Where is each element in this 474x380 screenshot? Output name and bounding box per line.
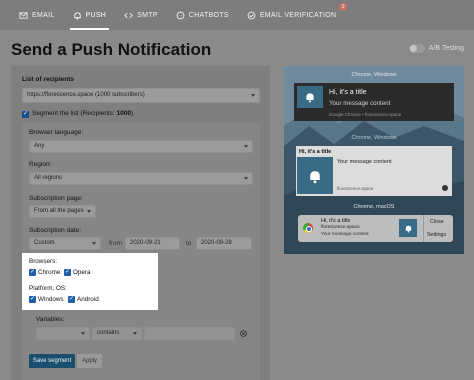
date-to-input[interactable]: 2020-09-28	[196, 237, 252, 250]
tab-email[interactable]: EMAIL	[10, 0, 64, 30]
subscription-page-label: Subscription page:	[29, 195, 83, 202]
android-preview-label: Chrome, Windows	[351, 135, 397, 141]
code-icon	[124, 12, 133, 18]
notification-preview: Chrome, Windows Hi, it's a title Your me…	[284, 66, 464, 254]
browsers-label: Browsers:	[29, 258, 57, 265]
bell-icon	[73, 11, 81, 20]
chrome-checkbox[interactable]: ✓	[29, 269, 36, 276]
bell-icon	[306, 93, 314, 103]
chrome-label: Chrome	[38, 269, 61, 276]
date-from-label: from	[109, 240, 122, 247]
chevron-down-icon	[92, 242, 96, 245]
tab-email-verification[interactable]: EMAIL VERIFICATION 2	[238, 0, 348, 30]
browser-language-select[interactable]: Any	[29, 140, 253, 153]
variable-value-input[interactable]	[144, 327, 235, 340]
chat-icon	[176, 11, 185, 19]
chevron-down-icon	[87, 210, 91, 213]
tab-email-verification-label: EMAIL VERIFICATION	[259, 11, 337, 19]
chrome-notif-source: florescence.space	[337, 186, 374, 191]
recipients-label: List of recipients	[22, 76, 75, 83]
mac-notif-message: Your message content	[321, 232, 369, 237]
ab-testing-toggle-group[interactable]: A/B Testing	[408, 44, 464, 53]
date-from-input[interactable]: 2020-09-21	[125, 237, 180, 250]
gear-icon	[442, 185, 448, 191]
region-value: All regions	[34, 175, 63, 181]
mac-preview-label: Chrome, macOS	[353, 204, 395, 210]
browsers-platform-section: Browsers: ✓ Chrome ✓ Opera Platform, OS:…	[22, 253, 158, 310]
recipients-select-value: https://florescence.space (1000 subscrib…	[27, 92, 145, 98]
variable-operator-value: contains	[97, 330, 120, 336]
variable-operator-select[interactable]: contains	[92, 327, 142, 340]
variable-key-select[interactable]	[36, 327, 90, 340]
chrome-notif-message: Your message content	[337, 159, 392, 165]
windows-checkbox[interactable]: ✓	[29, 296, 36, 303]
envelope-icon	[19, 11, 28, 19]
check-circle-icon	[247, 11, 256, 19]
tab-push[interactable]: PUSH	[64, 0, 116, 30]
segment-checkbox[interactable]: ✓	[22, 111, 29, 118]
notification-image	[399, 219, 417, 237]
mac-notification: Hi, it's a title florescence.space Your …	[298, 215, 453, 242]
tab-push-label: PUSH	[85, 11, 107, 19]
subscription-date-value: Custom	[34, 240, 55, 246]
chrome-notification: Hi, it's a title Your message content fl…	[296, 146, 452, 196]
mac-close-button: Close	[430, 219, 444, 225]
variables-label: Variables:	[36, 316, 65, 323]
notification-badge: 2	[339, 3, 348, 11]
tab-smtp-label: SMTP	[137, 11, 158, 19]
notification-image	[297, 157, 333, 194]
region-select[interactable]: All regions	[29, 172, 253, 185]
bell-icon	[405, 225, 411, 233]
divider	[423, 215, 424, 242]
windows-preview-label: Chrome, Windows	[351, 72, 397, 78]
apply-button[interactable]: Apply	[77, 354, 102, 368]
subscription-date-select[interactable]: Custom	[29, 237, 101, 250]
windows-notif-title: Hi, it's a title	[329, 89, 367, 96]
subscription-page-value: From all the pages	[34, 208, 84, 214]
save-segment-button[interactable]: Save segment	[29, 354, 75, 368]
windows-notification: Hi, it's a title Your message content Go…	[294, 83, 454, 121]
recipients-select[interactable]: https://florescence.space (1000 subscrib…	[22, 88, 260, 103]
tab-email-label: EMAIL	[32, 11, 55, 19]
chevron-down-icon	[244, 145, 248, 148]
chrome-notif-title: Hi, it's a title	[299, 149, 332, 155]
chevron-down-icon	[133, 332, 137, 335]
opera-checkbox[interactable]: ✓	[64, 269, 71, 276]
windows-notif-source: Google Chrome • florescence.space	[329, 112, 402, 117]
subscription-page-select[interactable]: From all the pages	[29, 205, 96, 218]
android-checkbox[interactable]: ✓	[68, 296, 75, 303]
ab-testing-toggle[interactable]	[408, 44, 425, 53]
notification-image	[297, 86, 323, 108]
tab-chatbots-label: CHATBOTS	[188, 11, 229, 19]
mac-notif-title: Hi, it's a title	[321, 218, 351, 224]
opera-label: Opera	[73, 269, 91, 276]
tab-chatbots[interactable]: CHATBOTS	[167, 0, 238, 30]
windows-notif-message: Your message content	[329, 100, 391, 107]
bell-icon	[310, 170, 320, 183]
mac-settings-button: Settings	[427, 232, 447, 238]
platform-label: Platform, OS:	[29, 285, 67, 292]
windows-label: Windows	[38, 296, 64, 303]
chrome-logo-icon	[303, 223, 313, 233]
ab-testing-label: A/B Testing	[428, 45, 464, 52]
tab-smtp[interactable]: SMTP	[115, 0, 167, 30]
mac-notif-domain: florescence.space	[321, 225, 360, 230]
browser-language-label: Browser language:	[29, 129, 84, 136]
android-label: Android	[77, 296, 99, 303]
segment-label: Segment the list (Recipients: 1000)	[32, 110, 134, 117]
remove-variable-icon[interactable]	[240, 330, 247, 337]
page-title: Send a Push Notification	[11, 40, 212, 59]
browser-language-value: Any	[34, 143, 45, 149]
top-nav: EMAIL PUSH SMTP CHATBOTS EMAIL VERIFICAT…	[0, 0, 474, 30]
date-to-label: to	[186, 240, 192, 247]
segment-box	[22, 123, 260, 380]
region-label: Region:	[29, 161, 52, 168]
chevron-down-icon	[251, 94, 255, 97]
chevron-down-icon	[244, 177, 248, 180]
chevron-down-icon	[81, 332, 85, 335]
subscription-date-label: Subscription date:	[29, 227, 82, 234]
